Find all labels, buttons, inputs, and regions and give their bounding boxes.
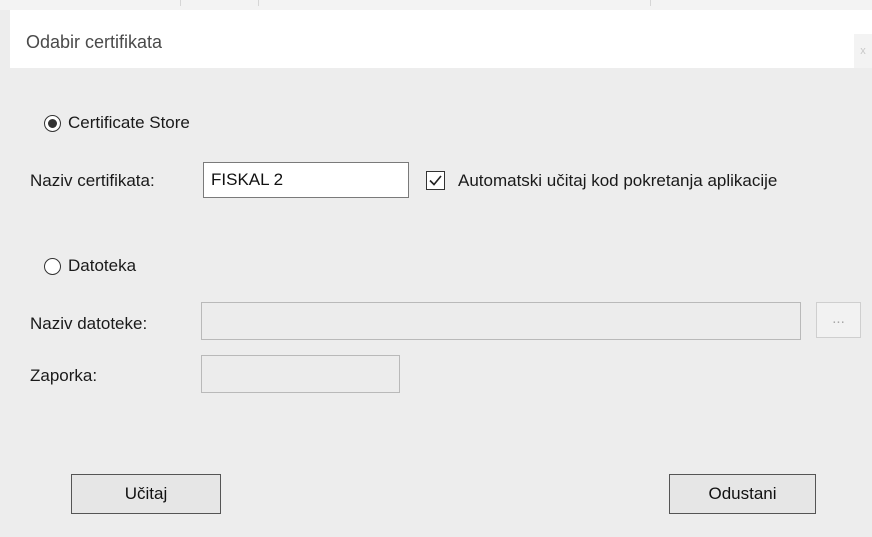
certificate-store-option[interactable]: Certificate Store — [44, 113, 190, 133]
file-radio[interactable] — [44, 257, 61, 275]
background-divider — [180, 0, 181, 6]
background-window-strip — [0, 0, 872, 10]
dialog-titlebar: Odabir certifikata x — [10, 10, 872, 68]
password-input[interactable] — [201, 355, 400, 393]
background-divider — [258, 0, 259, 6]
certificate-store-radio[interactable] — [44, 114, 61, 132]
autoload-label: Automatski učitaj kod pokretanja aplikac… — [458, 171, 778, 190]
certificate-name-label: Naziv certifikata: — [30, 171, 155, 190]
autoload-checkbox[interactable] — [426, 171, 445, 190]
certificate-store-label: Certificate Store — [68, 113, 190, 132]
background-divider — [650, 0, 651, 6]
dialog-body: Certificate Store Naziv certifikata: FIS… — [10, 68, 872, 537]
file-option-label: Datoteka — [68, 256, 137, 275]
dialog-title: Odabir certifikata — [26, 32, 163, 52]
file-name-input[interactable] — [201, 302, 801, 340]
certificate-name-input[interactable]: FISKAL 2 — [203, 162, 409, 198]
file-option[interactable]: Datoteka — [44, 256, 136, 276]
cancel-button[interactable]: Odustani — [669, 474, 816, 514]
file-name-label: Naziv datoteke: — [30, 314, 148, 333]
browse-button[interactable]: ... — [816, 302, 861, 338]
password-label: Zaporka: — [30, 366, 98, 385]
load-button[interactable]: Učitaj — [71, 474, 221, 514]
close-button[interactable]: x — [854, 34, 872, 68]
checkmark-icon — [429, 175, 442, 186]
